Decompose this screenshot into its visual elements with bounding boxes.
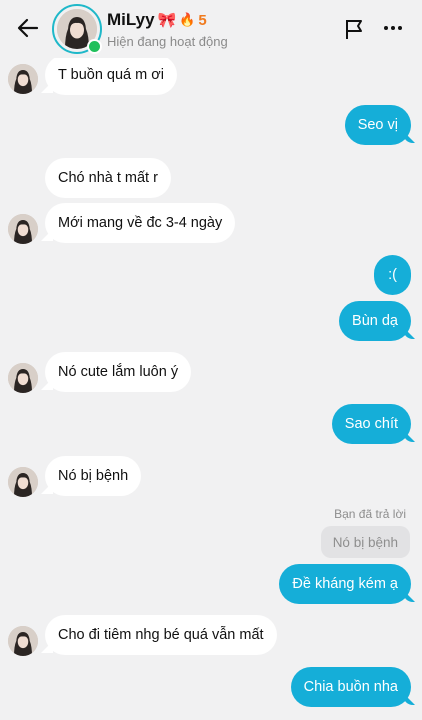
sender-avatar[interactable]: [8, 214, 38, 244]
online-status-indicator: [87, 39, 102, 54]
message-bubble-outgoing[interactable]: Đề kháng kém ạ: [279, 564, 411, 604]
message-bubble-incoming[interactable]: Cho đi tiêm nhg bé quá vẫn mất: [45, 615, 277, 655]
message-bubble-incoming[interactable]: T buồn quá m ơi: [45, 55, 177, 95]
message-bubble-outgoing[interactable]: Seo vị: [344, 105, 411, 145]
streak-count: 5: [198, 11, 207, 29]
more-dot: [398, 26, 402, 30]
back-button[interactable]: [14, 14, 42, 42]
message-bubble-outgoing[interactable]: :(: [374, 255, 411, 295]
contact-name[interactable]: MiLyy 🎀 🔥 5: [107, 10, 207, 30]
arrow-left-icon: [17, 18, 39, 38]
chat-header: MiLyy 🎀 🔥 5 Hiện đang hoạt động: [0, 0, 422, 58]
fire-icon: 🔥: [179, 12, 196, 27]
report-flag-button[interactable]: [343, 17, 367, 41]
active-status-text: Hiện đang hoạt động: [107, 34, 228, 49]
reply-label: Bạn đã trả lời: [334, 507, 406, 521]
quoted-message[interactable]: Nó bị bệnh: [320, 526, 410, 558]
flag-icon: [346, 20, 362, 39]
contact-name-text: MiLyy: [107, 10, 155, 29]
message-bubble-incoming[interactable]: Nó cute lắm luôn ý: [45, 352, 192, 392]
message-bubble-outgoing[interactable]: Sao chít: [331, 404, 411, 444]
message-bubble-outgoing[interactable]: Chia buồn nha: [290, 667, 411, 707]
contact-avatar[interactable]: [52, 4, 102, 54]
sender-avatar[interactable]: [8, 467, 38, 497]
message-bubble-outgoing[interactable]: Bùn dạ: [339, 301, 411, 341]
message-bubble-incoming[interactable]: Chó nhà t mất r: [45, 158, 171, 198]
more-dot: [391, 26, 395, 30]
sender-avatar[interactable]: [8, 64, 38, 94]
bow-emoji: 🎀: [157, 12, 177, 29]
message-bubble-incoming[interactable]: Nó bị bệnh: [45, 456, 142, 496]
sender-avatar[interactable]: [8, 363, 38, 393]
sender-avatar[interactable]: [8, 626, 38, 656]
more-horizontal-icon: [384, 26, 388, 30]
message-bubble-incoming[interactable]: Mới mang về đc 3-4 ngày: [45, 203, 236, 243]
more-options-button[interactable]: [384, 26, 402, 30]
